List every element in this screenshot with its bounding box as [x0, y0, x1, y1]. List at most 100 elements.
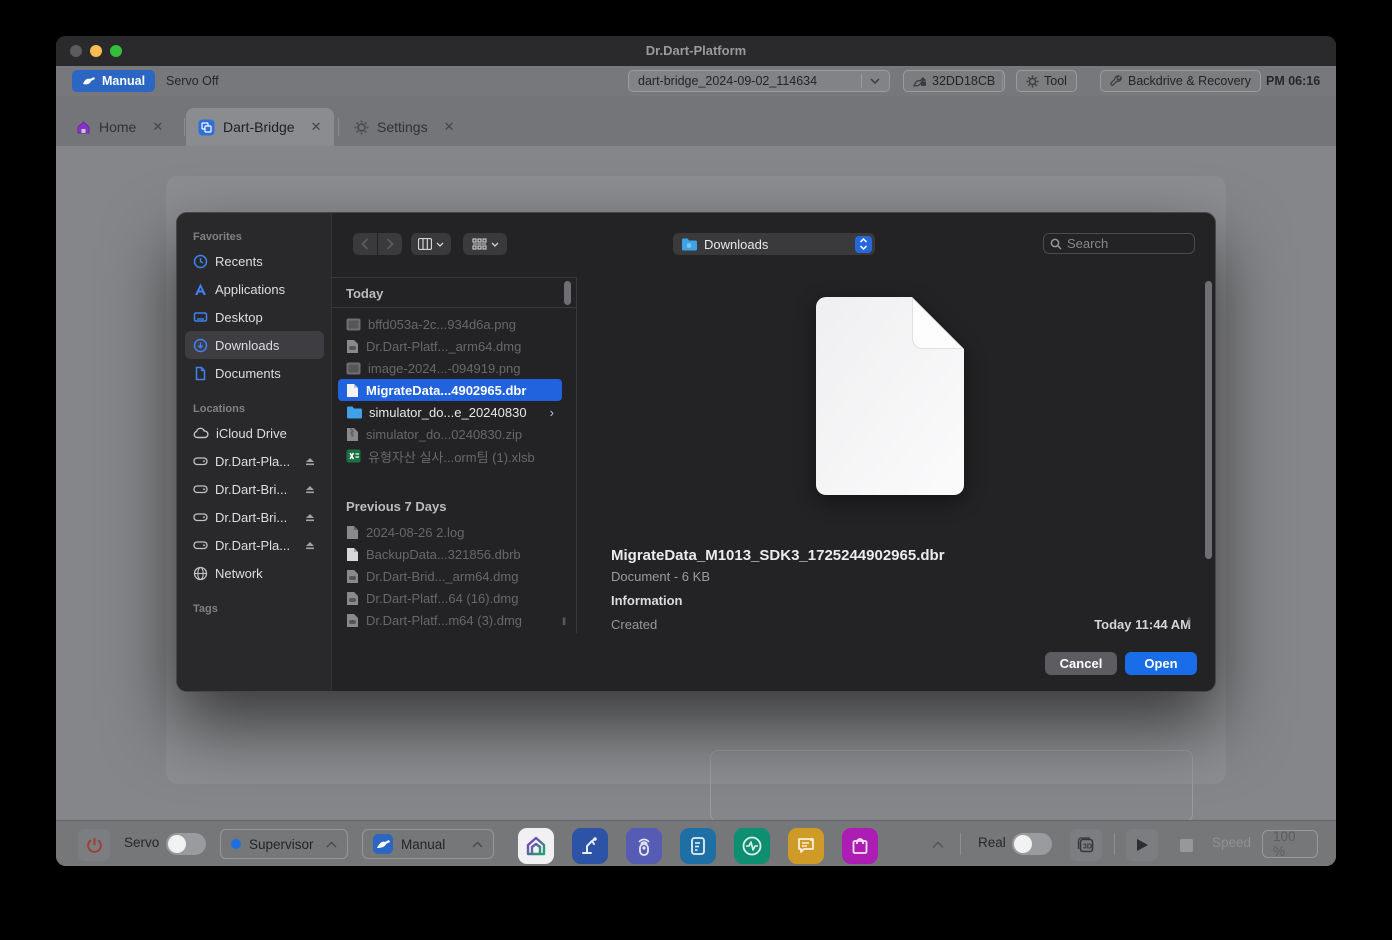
- speed-value-box[interactable]: 100 %: [1262, 830, 1318, 858]
- eject-icon[interactable]: [304, 540, 316, 550]
- dock-task-icon[interactable]: [572, 828, 608, 864]
- folder-row[interactable]: simulator_do...e_20240830 ›: [338, 401, 562, 423]
- manual-select[interactable]: Manual: [362, 829, 494, 859]
- version-dropdown[interactable]: dart-bridge_2024-09-02_114634: [628, 70, 890, 92]
- file-row[interactable]: image-2024...-094919.png: [338, 357, 562, 379]
- sidebar-item-applications[interactable]: Applications: [185, 275, 324, 303]
- sidebar-item-icloud[interactable]: iCloud Drive: [185, 419, 324, 447]
- open-button[interactable]: Open: [1125, 652, 1197, 675]
- column-view-button[interactable]: [411, 233, 451, 255]
- chevron-down-icon: [491, 242, 499, 247]
- tab-close-icon[interactable]: ✕: [311, 119, 322, 135]
- migration-log-field[interactable]: [710, 750, 1193, 822]
- dock-store-icon[interactable]: [842, 828, 878, 864]
- tab-close-icon[interactable]: ✕: [152, 119, 163, 135]
- favorites-header: Favorites: [193, 231, 242, 243]
- downloads-icon: [193, 338, 208, 353]
- disk-icon: [193, 511, 208, 523]
- eject-icon[interactable]: [304, 484, 316, 494]
- log-file-icon: [346, 525, 359, 540]
- disk-icon: [193, 483, 208, 495]
- file-row[interactable]: simulator_do...0240830.zip: [338, 423, 562, 445]
- file-row[interactable]: 2024-08-26 2.log: [338, 521, 562, 543]
- dock-home-icon[interactable]: [518, 828, 554, 864]
- stop-button[interactable]: [1170, 829, 1202, 861]
- sidebar-item-downloads[interactable]: Downloads: [185, 331, 324, 359]
- network-globe-icon: [193, 566, 208, 581]
- stop-icon: [1180, 839, 1193, 852]
- power-button[interactable]: [78, 829, 110, 861]
- file-row[interactable]: Dr.Dart-Platf..._arm64.dmg: [338, 335, 562, 357]
- tab-home[interactable]: Home ✕: [64, 108, 175, 146]
- search-field[interactable]: [1043, 233, 1195, 254]
- dmg-file-icon: [346, 339, 359, 354]
- window-title: Dr.Dart-Platform: [56, 43, 1336, 58]
- file-row[interactable]: 유형자산 실사...orm팀 (1).xlsb: [338, 445, 562, 467]
- file-list-scrollbar[interactable]: [564, 281, 571, 305]
- file-row-selected[interactable]: MigrateData...4902965.dbr: [338, 379, 562, 401]
- disk-icon: [193, 455, 208, 467]
- path-dropdown[interactable]: Downloads: [673, 233, 875, 255]
- tab-settings[interactable]: Settings ✕: [342, 108, 467, 146]
- sidebar-item-volume-2[interactable]: Dr.Dart-Bri...: [185, 475, 324, 503]
- play-button[interactable]: [1126, 829, 1158, 861]
- sidebar-item-desktop[interactable]: Desktop: [185, 303, 324, 331]
- chevron-right-icon: [386, 238, 394, 250]
- preview-pane: MigrateData_M1013_SDK3_1725244902965.dbr…: [577, 277, 1203, 633]
- preview-scrollbar[interactable]: [1205, 281, 1212, 559]
- document-icon: [193, 366, 208, 381]
- column-resize-handle[interactable]: ‖: [562, 617, 567, 628]
- top-toolbar: Manual Servo Off dart-bridge_2024-09-02_…: [56, 66, 1336, 96]
- search-input[interactable]: [1067, 236, 1177, 251]
- bottom-toolbar: Servo Supervisor Manual: [56, 820, 1336, 866]
- dialog-sidebar: Favorites Recents Applications Desktop D…: [177, 213, 332, 691]
- eject-icon[interactable]: [304, 456, 316, 466]
- forward-button[interactable]: [378, 233, 402, 255]
- file-row[interactable]: Dr.Dart-Platf...64 (16).dmg: [338, 587, 562, 609]
- folder-icon: [346, 406, 362, 419]
- image-file-icon: [346, 318, 361, 331]
- sidebar-item-recents[interactable]: Recents: [185, 247, 324, 275]
- sidebar-item-volume-3[interactable]: Dr.Dart-Bri...: [185, 503, 324, 531]
- dock-message-icon[interactable]: [788, 828, 824, 864]
- role-status-dot: [231, 839, 241, 849]
- group-view-button[interactable]: [463, 233, 507, 255]
- dock-jog-icon[interactable]: [626, 828, 662, 864]
- file-row[interactable]: Dr.Dart-Platf...m64 (3).dmg: [338, 609, 562, 631]
- file-row[interactable]: bffd053a-2c...934d6a.png: [338, 313, 562, 335]
- manual-mode-button[interactable]: Manual: [72, 70, 155, 92]
- tab-dart-bridge[interactable]: Dart-Bridge ✕: [186, 108, 334, 146]
- back-button[interactable]: [353, 233, 377, 255]
- file-list: Today bffd053a-2c...934d6a.png Dr.Dart-P…: [332, 277, 576, 633]
- real-sim-toggle[interactable]: [1012, 833, 1052, 855]
- manual-mode-icon: [373, 834, 393, 854]
- tool-button[interactable]: Tool: [1016, 70, 1077, 92]
- 3d-view-button[interactable]: 3D: [1070, 829, 1102, 861]
- sidebar-item-documents[interactable]: Documents: [185, 359, 324, 387]
- sidebar-item-network[interactable]: Network: [185, 559, 324, 587]
- servo-toggle[interactable]: [166, 833, 206, 855]
- robot-id-badge[interactable]: 32DD18CB: [903, 70, 1005, 92]
- dmg-file-icon: [346, 613, 359, 628]
- dock-report-icon[interactable]: [680, 828, 716, 864]
- file-row[interactable]: BackupData...321856.dbrb: [338, 543, 562, 565]
- dock-expand-chevron-icon[interactable]: [932, 841, 944, 849]
- robot-lock-icon: [913, 75, 927, 88]
- sidebar-item-volume-4[interactable]: Dr.Dart-Pla...: [185, 531, 324, 559]
- 3d-icon: 3D: [1077, 836, 1095, 854]
- dmg-file-icon: [346, 569, 359, 584]
- column-resize-handle[interactable]: ‖: [1187, 617, 1192, 628]
- speed-label: Speed: [1212, 835, 1251, 850]
- sidebar-item-volume-1[interactable]: Dr.Dart-Pla...: [185, 447, 324, 475]
- cancel-button[interactable]: Cancel: [1045, 652, 1117, 675]
- tab-close-icon[interactable]: ✕: [444, 119, 455, 135]
- dock-monitoring-icon[interactable]: [734, 828, 770, 864]
- supervisor-select[interactable]: Supervisor: [220, 829, 348, 859]
- clock-time: PM 06:16: [1266, 74, 1320, 88]
- servo-status: Servo Off: [166, 74, 219, 88]
- file-row[interactable]: Dr.Dart-Brid..._arm64.dmg: [338, 565, 562, 587]
- xlsb-file-icon: [346, 449, 361, 463]
- backdrive-recovery-button[interactable]: Backdrive & Recovery: [1100, 70, 1261, 92]
- eject-icon[interactable]: [304, 512, 316, 522]
- column-view-icon: [418, 238, 432, 250]
